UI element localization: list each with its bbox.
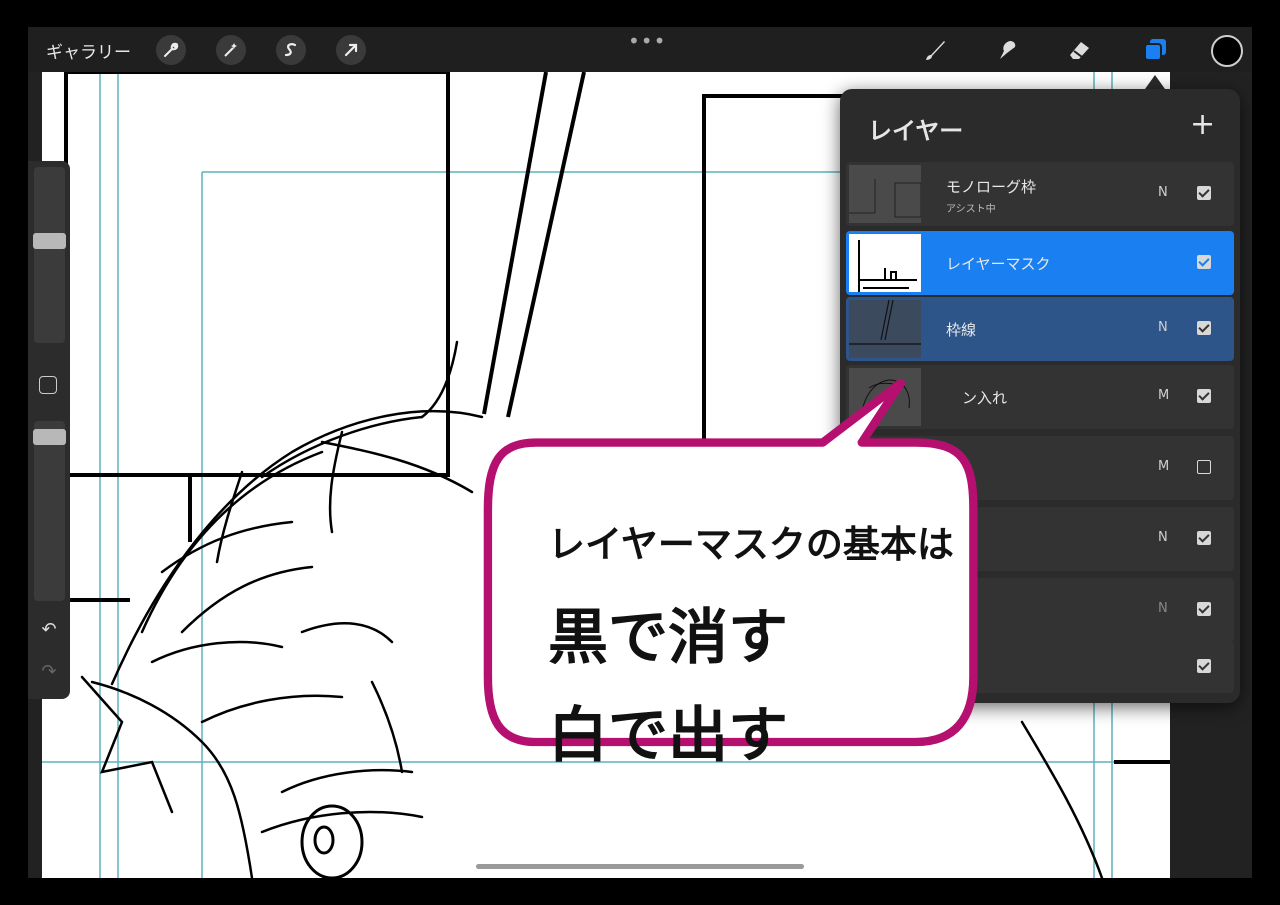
color-picker-button[interactable] (1211, 35, 1243, 67)
blend-mode-button[interactable]: M (1158, 388, 1169, 403)
magic-wand-icon[interactable] (216, 35, 246, 65)
gallery-button[interactable]: ギャラリー (46, 38, 131, 63)
layer-mask-thumbnail (849, 234, 921, 292)
blend-mode-button[interactable]: N (1158, 320, 1168, 335)
callout-line-1: レイヤーマスクの基本は (548, 523, 954, 566)
callout-line-3: 白で出す (548, 701, 788, 771)
brush-size-slider[interactable] (33, 167, 66, 343)
selection-s-icon[interactable] (276, 35, 306, 65)
left-sidebar: ↶ ↷ (28, 161, 70, 699)
layer-thumbnail (849, 165, 921, 223)
brush-icon[interactable] (918, 35, 952, 65)
visibility-checkbox[interactable] (1197, 602, 1211, 616)
visibility-checkbox[interactable] (1197, 460, 1211, 474)
layers-icon[interactable] (1138, 35, 1172, 65)
layer-name: レイヤーマスク (946, 255, 1051, 273)
eraser-icon[interactable] (1062, 35, 1096, 65)
layer-row-layer-mask[interactable]: レイヤーマスク (846, 231, 1234, 295)
eyedropper-square-icon[interactable] (39, 376, 57, 394)
layer-row-monologue-frame[interactable]: モノローグ枠 アシスト中 N (846, 162, 1234, 226)
home-indicator (476, 864, 804, 869)
visibility-checkbox[interactable] (1197, 186, 1211, 200)
blend-mode-button[interactable]: M (1158, 459, 1169, 474)
wrench-icon[interactable] (156, 35, 186, 65)
blend-mode-button[interactable]: N (1158, 530, 1168, 545)
callout-line-2: 黒で消す (548, 603, 788, 673)
undo-icon[interactable]: ↶ (37, 619, 61, 640)
layer-row-frame-lines[interactable]: 枠線 N (846, 297, 1234, 361)
visibility-checkbox[interactable] (1197, 389, 1211, 403)
panel-pointer (1145, 75, 1165, 89)
procreate-screen: ギャラリー ••• ↶ ↷ レイヤー + モノローグ枠 アシスト中 N レイヤー… (28, 27, 1252, 878)
visibility-checkbox[interactable] (1197, 255, 1211, 269)
add-layer-button[interactable]: + (1190, 107, 1215, 142)
more-options-icon[interactable]: ••• (628, 29, 666, 53)
opacity-slider[interactable] (33, 421, 66, 601)
blend-mode-button[interactable]: N (1158, 185, 1168, 200)
opacity-thumb[interactable] (33, 429, 66, 445)
brush-size-thumb[interactable] (33, 233, 66, 249)
visibility-checkbox[interactable] (1197, 659, 1211, 673)
layers-panel-title: レイヤー (868, 117, 964, 145)
blend-mode-button[interactable]: N (1158, 601, 1168, 616)
redo-icon[interactable]: ↷ (37, 661, 61, 682)
layer-subtitle: アシスト中 (946, 204, 996, 215)
visibility-checkbox[interactable] (1197, 531, 1211, 545)
layer-thumbnail (849, 300, 921, 358)
layer-name: 枠線 (946, 321, 977, 339)
smudge-icon[interactable] (990, 35, 1024, 65)
arrow-cursor-icon[interactable] (336, 35, 366, 65)
visibility-checkbox[interactable] (1197, 321, 1211, 335)
top-toolbar: ギャラリー ••• (28, 27, 1252, 72)
layer-name: モノローグ枠 (946, 178, 1037, 196)
